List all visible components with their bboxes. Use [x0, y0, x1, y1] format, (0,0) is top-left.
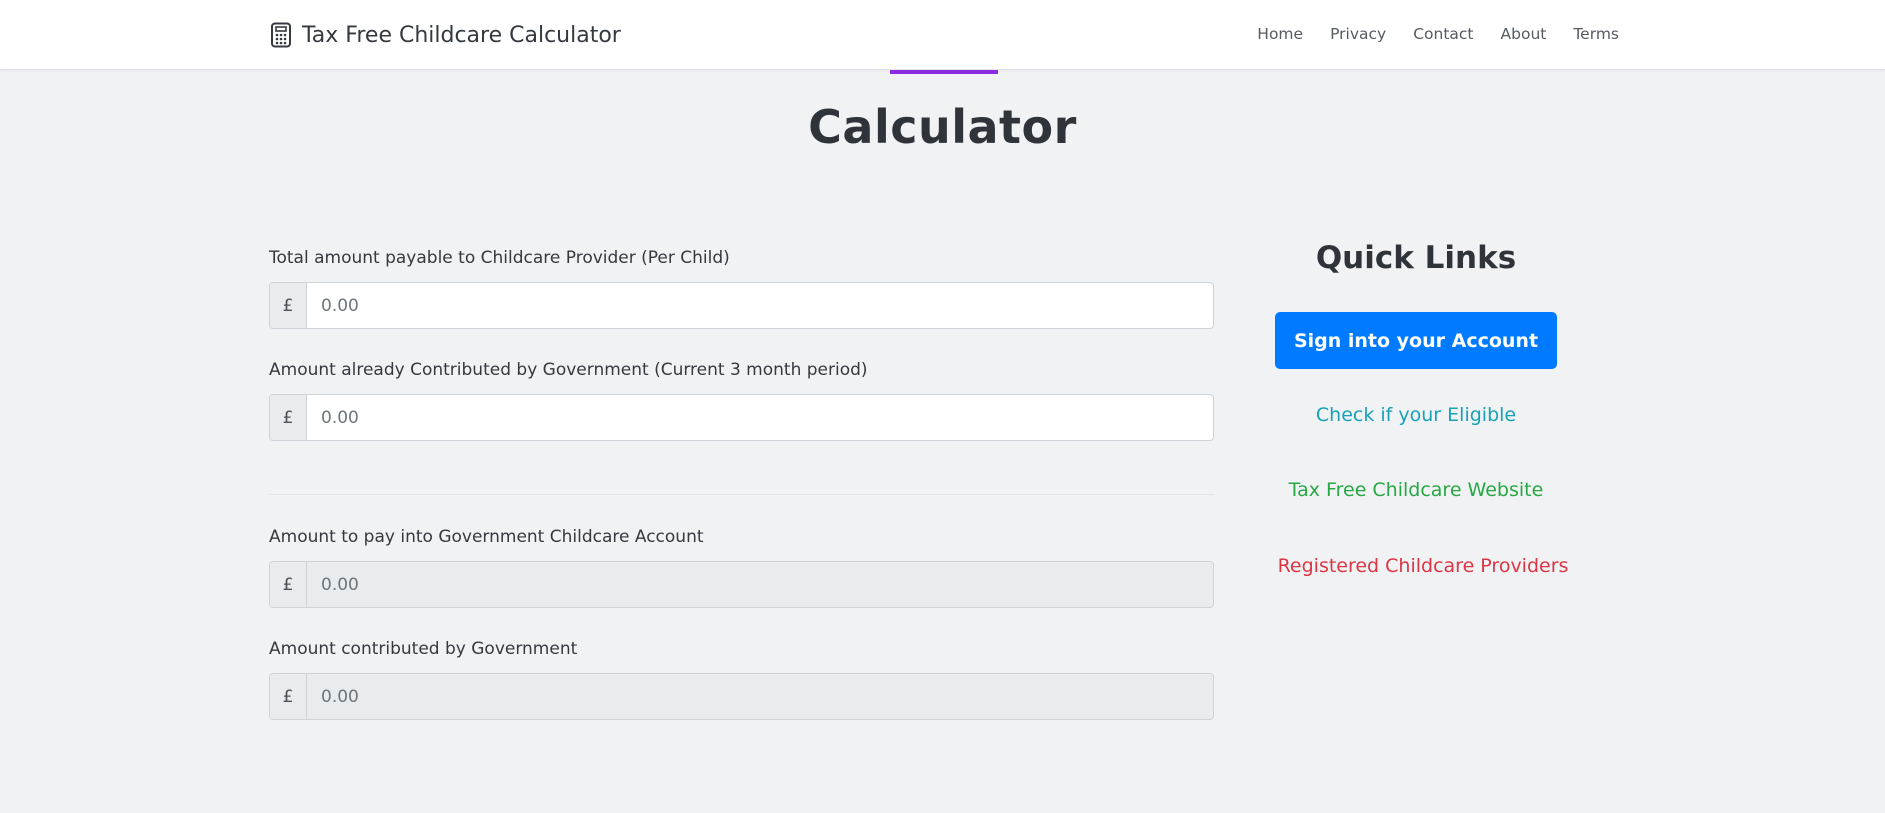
pay-into-account-group: £ [269, 561, 1214, 608]
nav-home[interactable]: Home [1257, 22, 1303, 46]
pay-into-account-label: Amount to pay into Government Childcare … [269, 527, 704, 547]
nav-privacy[interactable]: Privacy [1330, 22, 1386, 46]
form-divider [269, 494, 1214, 495]
pound-prefix: £ [270, 395, 307, 440]
nav-contact[interactable]: Contact [1413, 22, 1473, 46]
page-title: Calculator [808, 100, 1077, 154]
nav-about[interactable]: About [1501, 22, 1547, 46]
gov-contributed-input[interactable] [307, 395, 1213, 440]
brand-name: Tax Free Childcare Calculator [302, 22, 621, 48]
navbar: Tax Free Childcare Calculator Home Priva… [0, 0, 1885, 70]
pound-prefix: £ [270, 674, 307, 719]
tfc-website-link[interactable]: Tax Free Childcare Website [1274, 479, 1558, 501]
main-nav: Home Privacy Contact About Terms [1257, 22, 1619, 46]
gov-contribution-label: Amount contributed by Government [269, 639, 578, 659]
quick-links-title: Quick Links [1315, 240, 1517, 276]
check-eligible-link[interactable]: Check if your Eligible [1274, 404, 1558, 426]
provider-amount-input[interactable] [307, 283, 1213, 328]
registered-providers-link[interactable]: Registered Childcare Providers [1274, 555, 1572, 577]
provider-amount-label: Total amount payable to Childcare Provid… [269, 248, 730, 268]
brand-link[interactable]: Tax Free Childcare Calculator [270, 20, 621, 50]
gov-contribution-group: £ [269, 673, 1214, 720]
sign-in-button[interactable]: Sign into your Account [1275, 312, 1557, 369]
nav-terms[interactable]: Terms [1573, 22, 1619, 46]
gov-contribution-output [307, 674, 1213, 719]
title-accent-bar [890, 70, 998, 74]
gov-contributed-label: Amount already Contributed by Government… [269, 360, 868, 380]
pound-prefix: £ [270, 283, 307, 328]
gov-contributed-group: £ [269, 394, 1214, 441]
pay-into-account-output [307, 562, 1213, 607]
pound-prefix: £ [270, 562, 307, 607]
provider-amount-group: £ [269, 282, 1214, 329]
calculator-icon [270, 22, 292, 48]
